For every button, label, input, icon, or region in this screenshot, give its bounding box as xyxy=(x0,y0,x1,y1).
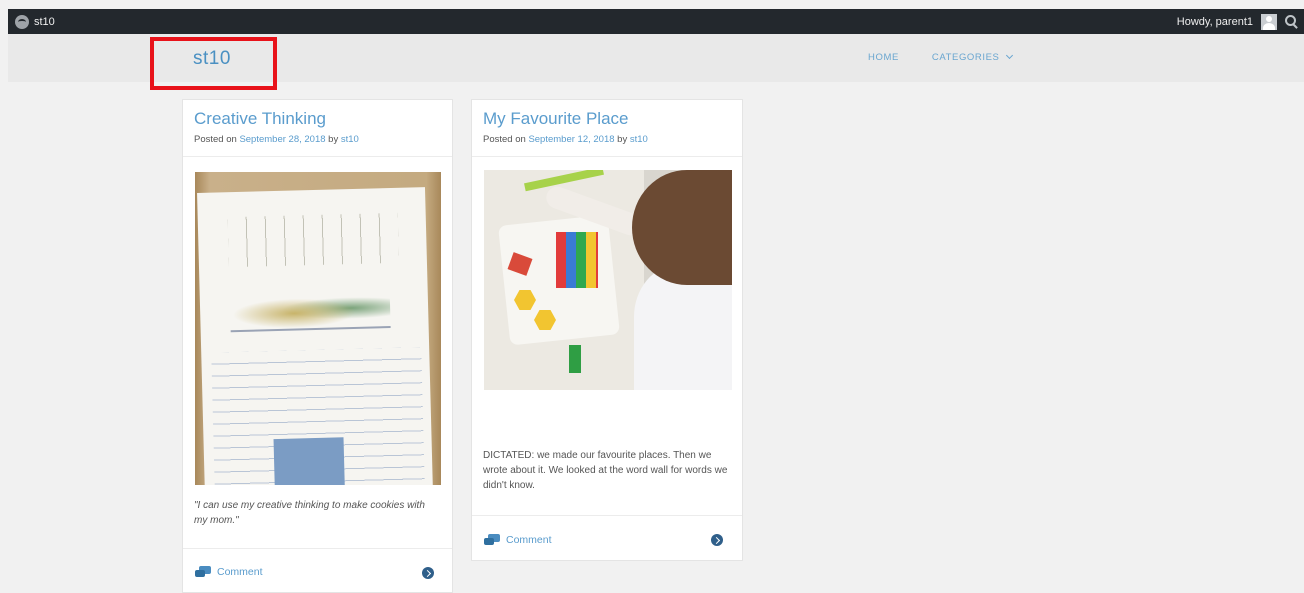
post-meta: Posted on September 28, 2018 by st10 xyxy=(194,134,359,145)
paper xyxy=(197,187,433,485)
main-nav: HOME CATEGORIES xyxy=(868,51,1013,63)
admin-bar-site-link[interactable]: st10 xyxy=(15,9,55,34)
nav-item-categories-label: CATEGORIES xyxy=(931,52,1000,63)
post-meta: Posted on September 12, 2018 by st10 xyxy=(483,134,648,145)
blue-sticky-note xyxy=(273,437,345,485)
block-tower xyxy=(556,232,598,288)
divider xyxy=(183,156,452,157)
post-date-link[interactable]: September 28, 2018 xyxy=(239,134,325,145)
admin-bar-site-name: st10 xyxy=(34,15,55,28)
sketch-drawing xyxy=(229,288,391,333)
post-author-link[interactable]: st10 xyxy=(630,134,648,145)
post-title[interactable]: My Favourite Place xyxy=(483,109,629,129)
nav-item-home[interactable]: HOME xyxy=(868,52,899,63)
site-header: st10 HOME CATEGORIES xyxy=(8,34,1304,82)
post-meta-prefix: Posted on xyxy=(483,134,526,145)
avatar[interactable] xyxy=(1261,13,1277,30)
post-meta-by: by xyxy=(328,134,339,145)
divider xyxy=(183,548,452,549)
dashboard-icon xyxy=(15,14,29,29)
nav-item-categories[interactable]: CATEGORIES xyxy=(931,51,1013,63)
post-image-drawing[interactable] xyxy=(195,172,441,485)
child-hair xyxy=(632,170,732,285)
comment-icon xyxy=(484,534,500,546)
search-icon[interactable] xyxy=(1285,15,1298,28)
comment-link[interactable]: Comment xyxy=(195,566,263,578)
post-author-link[interactable]: st10 xyxy=(341,134,359,145)
post-excerpt: DICTATED: we made our favourite places. … xyxy=(483,450,728,491)
comment-label: Comment xyxy=(506,534,552,546)
green-figure xyxy=(569,345,581,373)
sketch-lines xyxy=(227,212,399,268)
site-title[interactable]: st10 xyxy=(193,48,231,70)
read-more-arrow-icon[interactable] xyxy=(422,567,434,579)
comment-label: Comment xyxy=(217,566,263,578)
post-meta-by: by xyxy=(617,134,628,145)
post-card-creative-thinking: Creative Thinking Posted on September 28… xyxy=(182,99,453,593)
chevron-down-icon xyxy=(1005,51,1013,60)
comment-icon xyxy=(195,566,211,578)
admin-bar-greeting[interactable]: Howdy, parent1 xyxy=(1177,16,1253,28)
divider xyxy=(472,156,742,157)
post-image-blocks[interactable] xyxy=(484,170,732,390)
admin-bar: st10 Howdy, parent1 xyxy=(8,9,1304,34)
read-more-arrow-icon[interactable] xyxy=(711,534,723,546)
comment-link[interactable]: Comment xyxy=(484,534,552,546)
post-meta-prefix: Posted on xyxy=(194,134,237,145)
post-excerpt: "I can use my creative thinking to make … xyxy=(194,500,425,526)
post-date-link[interactable]: September 12, 2018 xyxy=(528,134,614,145)
post-card-my-favourite-place: My Favourite Place Posted on September 1… xyxy=(471,99,743,561)
divider xyxy=(472,515,742,516)
post-title[interactable]: Creative Thinking xyxy=(194,109,326,129)
